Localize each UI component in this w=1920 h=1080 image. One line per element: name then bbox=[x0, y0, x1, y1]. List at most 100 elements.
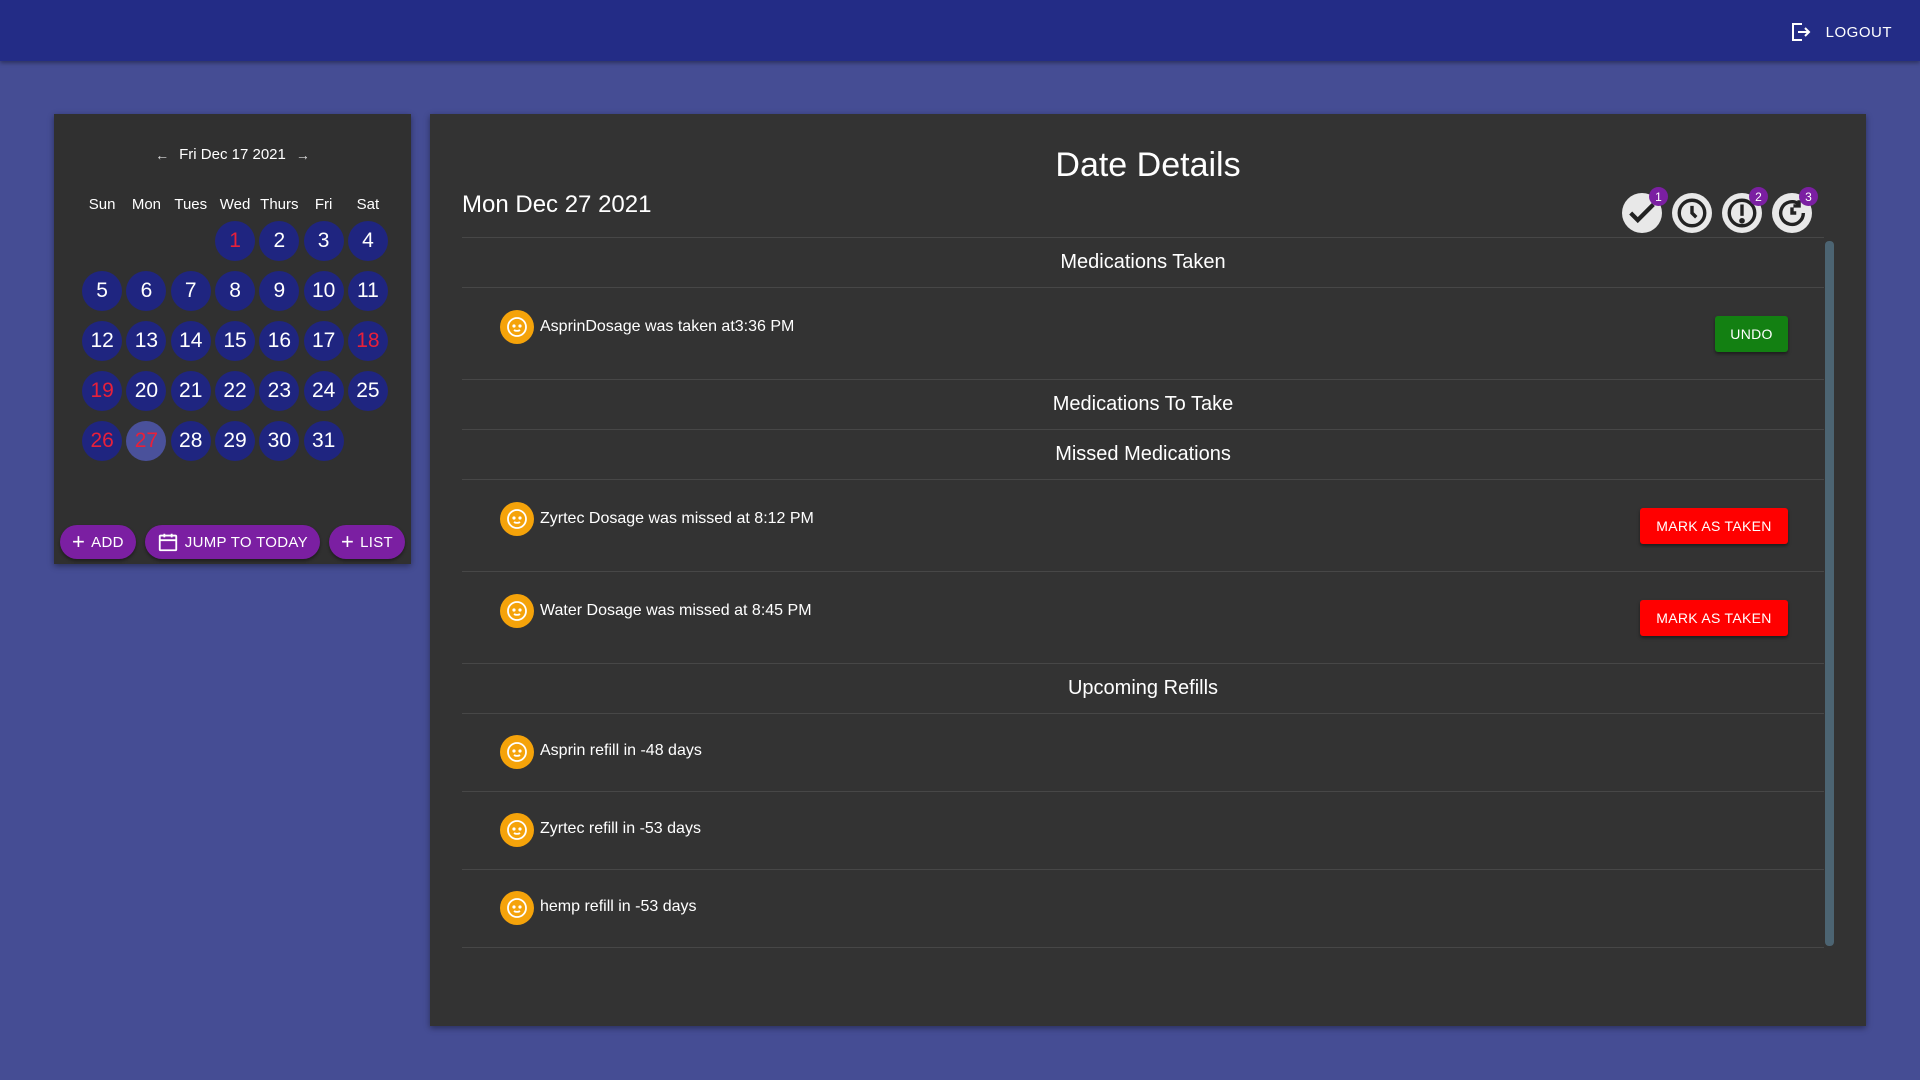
calendar-empty-cell bbox=[171, 221, 211, 261]
calendar-day[interactable]: 6 bbox=[126, 271, 167, 311]
calendar-day[interactable]: 31 bbox=[303, 421, 344, 461]
top-app-bar: LOGOUT bbox=[0, 0, 1920, 61]
medication-avatar bbox=[500, 502, 534, 536]
calendar-day[interactable]: 19 bbox=[82, 371, 123, 411]
calendar-day[interactable]: 13 bbox=[126, 321, 167, 361]
list-item-text: AsprinDosage was taken at3:36 PM bbox=[540, 318, 795, 335]
list-item: hemp refill in -53 days bbox=[462, 869, 1824, 947]
face-icon bbox=[507, 509, 527, 529]
calendar-day[interactable]: 7 bbox=[170, 271, 211, 311]
face-icon bbox=[507, 820, 527, 840]
weekday-label: Sat bbox=[356, 196, 380, 213]
jump-to-today-label: JUMP TO TODAY bbox=[184, 533, 308, 551]
undo-button[interactable]: UNDO bbox=[1715, 316, 1788, 352]
list-item: Water Dosage was missed at 8:45 PM MARK … bbox=[462, 571, 1824, 663]
face-icon bbox=[507, 742, 527, 762]
next-arrow-icon[interactable]: → bbox=[296, 147, 310, 163]
calendar-days-grid: 1 2 3 4 5 6 7 8 9 10 11 12 13 14 15 16 1… bbox=[80, 221, 390, 471]
plus-icon: + bbox=[72, 529, 86, 554]
section-header-missed: Missed Medications bbox=[462, 429, 1824, 479]
calendar-day[interactable]: 1 bbox=[215, 221, 256, 261]
weekday-label: Fri bbox=[314, 196, 333, 213]
list-item-text: Zyrtec Dosage was missed at 8:12 PM bbox=[540, 510, 814, 527]
list-divider bbox=[462, 947, 1824, 948]
calendar-day[interactable]: 9 bbox=[259, 271, 300, 311]
calendar-day[interactable]: 23 bbox=[259, 371, 300, 411]
list-item: AsprinDosage was taken at3:36 PM UNDO bbox=[462, 287, 1824, 379]
section-header-refills: Upcoming Refills bbox=[462, 663, 1824, 713]
calendar-day[interactable]: 28 bbox=[170, 421, 211, 461]
status-icons: 1 2 3 bbox=[1622, 187, 1818, 233]
selected-date: Mon Dec 27 2021 bbox=[462, 191, 652, 218]
calendar-day[interactable]: 30 bbox=[259, 421, 300, 461]
calendar-day[interactable]: 29 bbox=[215, 421, 256, 461]
medication-avatar bbox=[500, 735, 534, 769]
calendar-day-selected[interactable]: 27 bbox=[126, 421, 167, 461]
plus-icon: + bbox=[340, 529, 355, 554]
calendar-day[interactable]: 4 bbox=[347, 221, 388, 261]
calendar-day[interactable]: 8 bbox=[215, 271, 256, 311]
calendar-day[interactable]: 18 bbox=[347, 321, 388, 361]
to-take-filter-button[interactable] bbox=[1672, 193, 1712, 233]
refill-filter-button[interactable]: 3 bbox=[1772, 187, 1818, 233]
list-button-label: LIST bbox=[360, 533, 393, 551]
calendar-day[interactable]: 11 bbox=[347, 271, 388, 311]
taken-count-badge: 1 bbox=[1649, 187, 1668, 206]
calendar-day[interactable]: 15 bbox=[215, 321, 256, 361]
list-item: Zyrtec refill in -53 days bbox=[462, 791, 1824, 869]
calendar-day[interactable]: 26 bbox=[82, 421, 123, 461]
calendar-day[interactable]: 21 bbox=[170, 371, 211, 411]
calendar-day[interactable]: 16 bbox=[259, 321, 300, 361]
calendar-card: ← Fri Dec 17 2021 → Sun Mon Tues Wed Thu… bbox=[54, 114, 411, 564]
list-item-text: Water Dosage was missed at 8:45 PM bbox=[540, 602, 812, 619]
medication-avatar bbox=[500, 813, 534, 847]
face-icon bbox=[507, 601, 527, 621]
prev-arrow-icon[interactable]: ← bbox=[155, 147, 169, 163]
face-icon bbox=[507, 317, 527, 337]
weekday-label: Thurs bbox=[260, 196, 299, 213]
calendar-day[interactable]: 3 bbox=[303, 221, 344, 261]
calendar-day[interactable]: 17 bbox=[303, 321, 344, 361]
add-button[interactable]: + ADD bbox=[60, 525, 136, 559]
list-item-text: Zyrtec refill in -53 days bbox=[540, 820, 701, 837]
list-item: Asprin refill in -48 days bbox=[462, 713, 1824, 791]
weekday-header: Sun Mon Tues Wed Thurs Fri Sat bbox=[80, 196, 390, 213]
list-item-text: hemp refill in -53 days bbox=[540, 898, 697, 915]
jump-to-today-button[interactable]: JUMP TO TODAY bbox=[144, 525, 320, 559]
medication-avatar bbox=[500, 310, 534, 344]
calendar-day[interactable]: 12 bbox=[82, 321, 123, 361]
calendar-day[interactable]: 14 bbox=[170, 321, 211, 361]
mark-as-taken-button[interactable]: MARK AS TAKEN bbox=[1640, 600, 1788, 636]
calendar-actions: + ADD JUMP TO TODAY + LIST bbox=[60, 525, 405, 559]
weekday-label: Mon bbox=[131, 196, 162, 213]
missed-filter-button[interactable]: 2 bbox=[1722, 187, 1768, 233]
medication-avatar bbox=[500, 891, 534, 925]
calendar-day[interactable]: 2 bbox=[259, 221, 300, 261]
logout-icon bbox=[1791, 23, 1811, 41]
list-item-text: Asprin refill in -48 days bbox=[540, 742, 702, 759]
section-header-taken: Medications Taken bbox=[462, 237, 1824, 287]
weekday-label: Tues bbox=[174, 196, 208, 213]
taken-filter-button[interactable]: 1 bbox=[1622, 187, 1668, 233]
mark-as-taken-button[interactable]: MARK AS TAKEN bbox=[1640, 508, 1788, 544]
date-details-card: Date Details Mon Dec 27 2021 1 2 3 Medic… bbox=[430, 114, 1866, 1026]
calendar-nav: ← Fri Dec 17 2021 → bbox=[54, 146, 411, 163]
calendar-day[interactable]: 22 bbox=[215, 371, 256, 411]
calendar-nav-date: Fri Dec 17 2021 bbox=[179, 146, 286, 163]
calendar-day[interactable]: 5 bbox=[82, 271, 123, 311]
calendar-day[interactable]: 25 bbox=[347, 371, 388, 411]
list-button[interactable]: + LIST bbox=[328, 525, 405, 559]
calendar-empty-cell bbox=[82, 221, 122, 261]
page-title: Date Details bbox=[1055, 146, 1241, 184]
clock-icon bbox=[1677, 198, 1707, 228]
section-header-to-take: Medications To Take bbox=[462, 379, 1824, 429]
scrollbar[interactable] bbox=[1825, 241, 1834, 946]
calendar-day[interactable]: 20 bbox=[126, 371, 167, 411]
calendar-day[interactable]: 24 bbox=[303, 371, 344, 411]
refill-count-badge: 3 bbox=[1799, 187, 1818, 206]
logout-button[interactable]: LOGOUT bbox=[1788, 20, 1892, 44]
calendar-empty-cell bbox=[126, 221, 166, 261]
details-list: Medications Taken AsprinDosage was taken… bbox=[462, 237, 1824, 948]
missed-count-badge: 2 bbox=[1749, 187, 1768, 206]
calendar-day[interactable]: 10 bbox=[303, 271, 344, 311]
